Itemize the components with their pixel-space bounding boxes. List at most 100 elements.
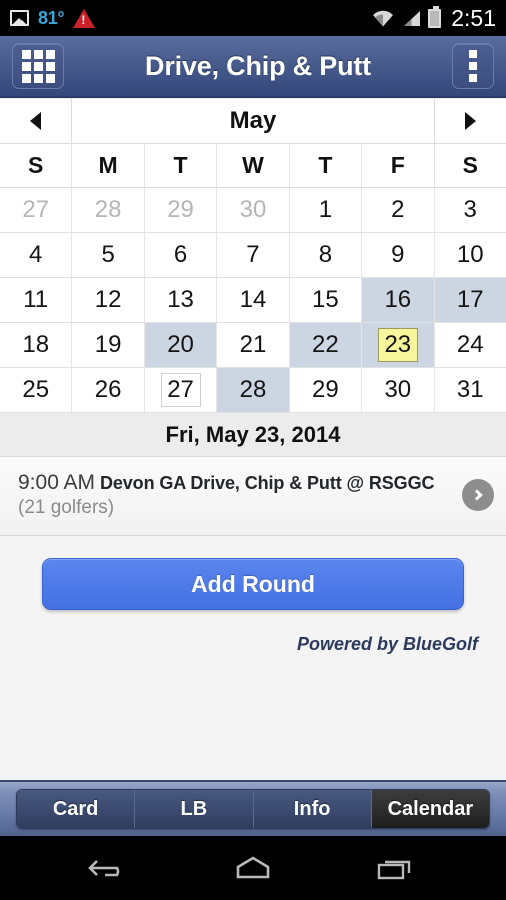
calendar-day-cell[interactable]: 1 — [289, 188, 363, 232]
calendar-day-label: 13 — [167, 286, 194, 313]
calendar-day-cell[interactable]: 9 — [362, 233, 435, 277]
calendar-day-label: 14 — [239, 286, 267, 313]
calendar-day-cell[interactable]: 28 — [72, 188, 145, 232]
add-round-button[interactable]: Add Round — [42, 558, 464, 610]
calendar-day-label: 1 — [318, 196, 333, 223]
calendar-day-label: 27 — [160, 373, 201, 407]
calendar-day-cell[interactable]: 12 — [72, 278, 145, 322]
calendar-day-label: 23 — [377, 328, 418, 362]
grid-menu-icon — [21, 49, 55, 83]
calendar-day-label: 28 — [94, 196, 122, 223]
calendar-day-cell[interactable]: 11 — [0, 278, 73, 322]
overflow-menu-button[interactable] — [452, 43, 494, 89]
wifi-icon — [372, 10, 394, 27]
weekday-label: S — [0, 144, 73, 187]
calendar-day-label: 6 — [173, 241, 188, 268]
status-bar-right: 2:51 — [372, 5, 496, 32]
calendar-day-label: 29 — [312, 376, 339, 403]
tab-group: Card LB Info Calendar — [16, 789, 490, 829]
weekday-label: W — [217, 144, 290, 187]
event-headline: 9:00 AM Devon GA Drive, Chip & Putt @ RS… — [18, 471, 454, 495]
calendar-grid: 27 28 29 30 1 2 3 4 5 6 7 8 9 10 11 12 13 14 15 16 17 18 19 20 2… — [0, 188, 506, 413]
weekday-label: T — [145, 144, 218, 187]
calendar-day-cell[interactable]: 18 — [0, 323, 73, 367]
calendar-day-label: 2 — [391, 196, 405, 223]
calendar-week-row: 27 28 29 30 1 2 3 — [0, 188, 506, 233]
calendar-day-cell[interactable]: 6 — [144, 233, 218, 277]
status-bar: 81° 2:51 — [0, 0, 506, 36]
calendar-day-cell[interactable]: 29 — [144, 188, 218, 232]
calendar-day-label: 11 — [23, 286, 49, 313]
calendar-day-cell[interactable]: 19 — [72, 323, 145, 367]
calendar-day-cell[interactable]: 10 — [434, 233, 506, 277]
calendar-day-label: 19 — [94, 331, 122, 358]
calendar-day-label: 12 — [94, 286, 122, 313]
tab-info[interactable]: Info — [253, 790, 372, 828]
calendar-day-cell[interactable]: 30 — [362, 368, 435, 412]
tab-calendar[interactable]: Calendar — [371, 790, 489, 828]
grid-menu-button[interactable] — [12, 43, 64, 89]
app-root: 81° 2:51 Drive, Chip & Putt — [0, 0, 506, 900]
cell-signal-icon — [401, 10, 421, 27]
calendar-day-label: 18 — [22, 331, 50, 358]
calendar-day-label: 5 — [101, 241, 115, 268]
calendar-day-cell[interactable]: 24 — [434, 323, 506, 367]
calendar-day-cell[interactable]: 15 — [289, 278, 363, 322]
calendar-week-row: 4 5 6 7 8 9 10 — [0, 233, 506, 278]
prev-month-button[interactable] — [0, 99, 72, 143]
add-round-wrap: Add Round — [0, 558, 506, 610]
photo-icon — [10, 10, 29, 26]
calendar-day-cell[interactable]: 5 — [72, 233, 145, 277]
calendar-day-cell[interactable]: 30 — [217, 188, 290, 232]
calendar-day-cell[interactable]: 22 — [289, 323, 363, 367]
recent-apps-button[interactable] — [371, 853, 419, 883]
calendar-day-cell[interactable]: 14 — [217, 278, 290, 322]
calendar-day-cell[interactable]: 20 — [144, 323, 218, 367]
calendar-day-cell[interactable]: 21 — [217, 323, 290, 367]
calendar-day-cell[interactable]: 7 — [217, 233, 290, 277]
event-title: Devon GA Drive, Chip & Putt @ RSGGC — [95, 473, 435, 493]
calendar-day-cell[interactable]: 3 — [434, 188, 506, 232]
calendar-day-cell[interactable]: 25 — [0, 368, 73, 412]
tab-card[interactable]: Card — [17, 790, 136, 828]
calendar-day-label: 8 — [318, 241, 333, 268]
next-month-button[interactable] — [434, 99, 506, 143]
status-bar-left: 81° — [10, 8, 96, 29]
home-icon — [236, 856, 270, 879]
calendar-day-cell[interactable]: 27 — [0, 188, 73, 232]
calendar-day-cell[interactable]: 23 — [362, 323, 435, 367]
calendar-header: May — [0, 98, 506, 144]
calendar-day-label: 30 — [384, 376, 412, 403]
calendar-day-label: 26 — [94, 376, 122, 403]
event-subtitle: (21 golfers) — [18, 497, 115, 518]
main-content: Add Round Powered by BlueGolf — [0, 536, 506, 780]
calendar-day-cell[interactable]: 31 — [434, 368, 506, 412]
tab-lb[interactable]: LB — [135, 790, 254, 828]
calendar-day-cell[interactable]: 13 — [144, 278, 218, 322]
calendar-day-cell[interactable]: 4 — [0, 233, 73, 277]
calendar-day-cell[interactable]: 29 — [289, 368, 363, 412]
calendar-day-label: 20 — [167, 331, 194, 358]
calendar-day-label: 22 — [312, 331, 339, 358]
warning-triangle-icon — [73, 8, 96, 28]
home-button[interactable] — [229, 853, 277, 883]
chevron-right-icon — [465, 112, 476, 130]
calendar-day-label: 31 — [456, 376, 484, 403]
calendar-day-cell[interactable]: 26 — [72, 368, 145, 412]
calendar-day-cell[interactable]: 8 — [289, 233, 363, 277]
calendar-day-cell[interactable]: 27 — [144, 368, 218, 412]
back-button[interactable] — [87, 853, 135, 883]
event-row[interactable]: 9:00 AM Devon GA Drive, Chip & Putt @ RS… — [0, 457, 506, 535]
calendar-day-label: 21 — [239, 331, 267, 358]
page-title: Drive, Chip & Putt — [145, 50, 371, 81]
clock-label: 2:51 — [451, 4, 496, 31]
chevron-left-icon — [30, 112, 41, 130]
calendar-day-cell[interactable]: 16 — [362, 278, 435, 322]
event-time: 9:00 AM — [18, 471, 96, 494]
calendar-day-cell[interactable]: 28 — [217, 368, 290, 412]
weekday-label: F — [362, 144, 435, 187]
calendar-day-cell[interactable]: 2 — [362, 188, 435, 232]
calendar-day-cell[interactable]: 17 — [434, 278, 506, 322]
chevron-right-icon[interactable] — [462, 479, 494, 511]
recent-apps-icon — [377, 860, 411, 880]
